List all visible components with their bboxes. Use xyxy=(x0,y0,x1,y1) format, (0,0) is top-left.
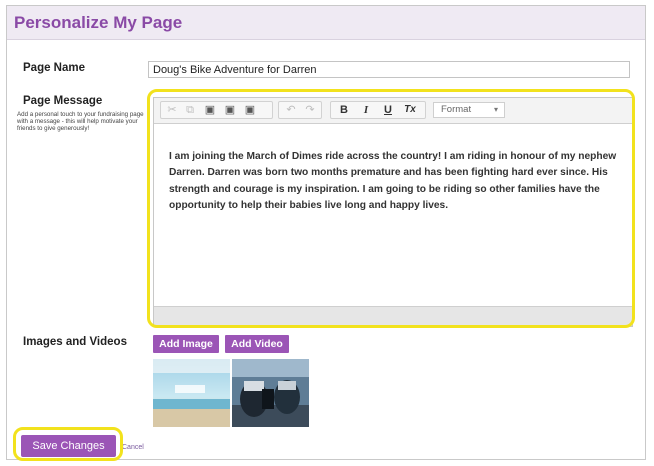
underline-button[interactable]: U xyxy=(379,102,397,118)
page-name-input[interactable] xyxy=(148,61,630,78)
editor-toolbar: ✂ ⧉ ▣ ▣ ▣ ↶ ↷ B I U Tx Format ▾ xyxy=(154,98,632,124)
page-title: Personalize My Page xyxy=(14,13,183,32)
message-content[interactable]: I am joining the March of Dimes ride acr… xyxy=(169,149,627,215)
bold-button[interactable]: B xyxy=(335,102,353,118)
copy-icon[interactable]: ⧉ xyxy=(181,102,199,118)
page-name-label: Page Name xyxy=(23,62,86,74)
add-video-button[interactable]: Add Video xyxy=(225,335,289,353)
page-message-label: Page Message xyxy=(23,95,103,107)
cancel-link[interactable]: Cancel xyxy=(122,444,144,451)
undo-icon[interactable]: ↶ xyxy=(282,102,300,118)
editor-status-bar xyxy=(154,306,632,326)
paste-text-icon[interactable]: ▣ xyxy=(221,102,239,118)
panel-header: Personalize My Page xyxy=(7,6,645,40)
format-select-value: Format xyxy=(441,104,472,115)
images-videos-label: Images and Videos xyxy=(23,336,127,348)
italic-button[interactable]: I xyxy=(357,102,375,118)
image-thumbnail-motorcycles[interactable] xyxy=(232,359,309,427)
paste-icon[interactable]: ▣ xyxy=(201,102,219,118)
motorcycle-image xyxy=(232,359,309,427)
redo-icon[interactable]: ↷ xyxy=(301,102,319,118)
rich-text-editor[interactable]: ✂ ⧉ ▣ ▣ ▣ ↶ ↷ B I U Tx Format ▾ I am joi… xyxy=(153,97,633,327)
format-select[interactable]: Format ▾ xyxy=(433,102,505,118)
chevron-down-icon: ▾ xyxy=(493,105,498,114)
clipboard-group: ✂ ⧉ ▣ ▣ ▣ xyxy=(160,101,273,119)
beach-image xyxy=(153,359,230,427)
paste-word-icon[interactable]: ▣ xyxy=(241,102,259,118)
format-group: B I U Tx xyxy=(330,101,426,119)
add-image-button[interactable]: Add Image xyxy=(153,335,219,353)
history-group: ↶ ↷ xyxy=(278,101,322,119)
save-changes-button[interactable]: Save Changes xyxy=(21,435,116,457)
image-thumbnail-beach[interactable] xyxy=(153,359,230,427)
cut-icon[interactable]: ✂ xyxy=(163,102,181,118)
clear-format-icon[interactable]: Tx xyxy=(401,102,419,118)
page-message-help: Add a personal touch to your fundraising… xyxy=(17,111,144,133)
